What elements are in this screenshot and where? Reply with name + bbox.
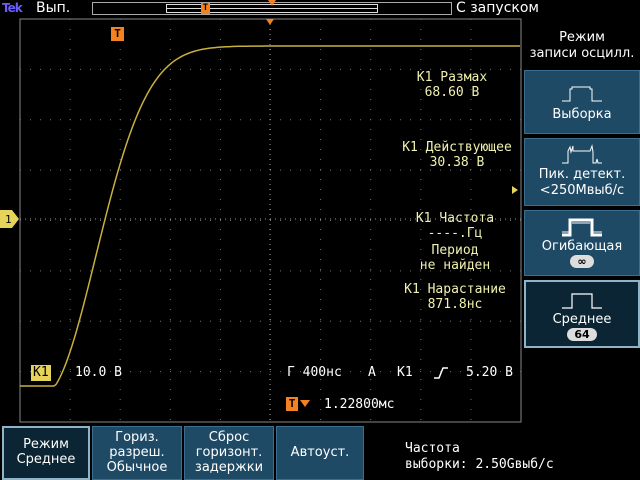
trigger-delay-value: 1.22800мс	[324, 397, 395, 412]
horizontal-resolution-button[interactable]: Гориз. разреш. Обычное	[92, 426, 182, 480]
measurement-value: 68.60 В	[424, 85, 480, 100]
trigger-level-marker-icon	[512, 186, 518, 194]
measurement-rise-time: К1 Нарастание 871.8нс	[385, 282, 525, 312]
menu-item-average[interactable]: Среднее 64	[524, 280, 640, 348]
sample-rate-label: Частота	[405, 441, 460, 456]
channel1-readout-label: К1	[31, 365, 51, 381]
measurement-label: К1 Действующее	[402, 140, 512, 155]
measurement-frequency: К1 Частота ----.Гц	[385, 211, 525, 241]
measurement-label: К1 Нарастание	[404, 282, 506, 297]
measurement-label: Период	[431, 243, 479, 258]
trigger-delay-t-icon: T	[286, 397, 298, 411]
menu-item-label: Огибающая	[541, 239, 623, 254]
trigger-level: 5.20 В	[466, 365, 513, 380]
timebase-readout: Г 400нс	[287, 365, 342, 380]
svg-text:1: 1	[5, 213, 12, 226]
average-count-badge: 64	[567, 328, 597, 341]
menu-item-sample[interactable]: Выборка	[524, 70, 640, 134]
autoset-button[interactable]: Автоуст.	[276, 426, 364, 480]
channel1-marker-icon[interactable]: 1	[0, 210, 20, 228]
trigger-source: К1	[397, 365, 413, 380]
envelope-waveform-icon	[562, 218, 602, 237]
delay-arrow-icon	[300, 400, 310, 407]
menu-item-label: Выборка	[552, 107, 612, 122]
menu-item-label: Пик. детект. <250Мвыб/с	[538, 167, 626, 198]
measurement-value: ----.Гц	[427, 226, 483, 241]
trigger-position-marker-icon: T	[111, 27, 124, 41]
measurement-label: К1 Частота	[415, 211, 495, 226]
sample-rate-value: выборки: 2.50Gвыб/с	[405, 457, 554, 472]
acquisition-mode-button[interactable]: Режим Среднее	[2, 426, 90, 480]
measurement-rms: К1 Действующее 30.38 В	[372, 140, 542, 170]
measurement-amplitude: К1 Размах 68.60 В	[382, 70, 522, 100]
menu-item-label: Среднее	[552, 312, 612, 327]
delay-marker-icon	[266, 19, 274, 25]
measurement-period: Период не найден	[385, 243, 525, 273]
peak-detect-waveform-icon	[562, 144, 602, 164]
average-waveform-icon	[562, 293, 602, 309]
measurement-label: К1 Размах	[416, 70, 488, 85]
menu-title: Режим записи осцилл.	[524, 30, 640, 70]
trigger-mode: A	[368, 365, 376, 380]
measurement-value: 871.8нс	[427, 297, 483, 312]
reset-horizontal-delay-button[interactable]: Сброс горизонт. задержки	[184, 426, 274, 480]
measurement-value: 30.38 В	[429, 155, 485, 170]
rising-edge-icon	[434, 367, 448, 379]
volts-per-div: 10.0 В	[75, 365, 122, 380]
menu-item-envelope[interactable]: Огибающая ∞	[524, 210, 640, 276]
sample-rate-readout: Частота выборки: 2.50Gвыб/с	[405, 441, 554, 473]
envelope-count-badge: ∞	[570, 255, 594, 268]
measurement-value: не найден	[419, 258, 491, 273]
menu-item-peak-detect[interactable]: Пик. детект. <250Мвыб/с	[524, 138, 640, 206]
sample-waveform-icon	[562, 86, 602, 102]
